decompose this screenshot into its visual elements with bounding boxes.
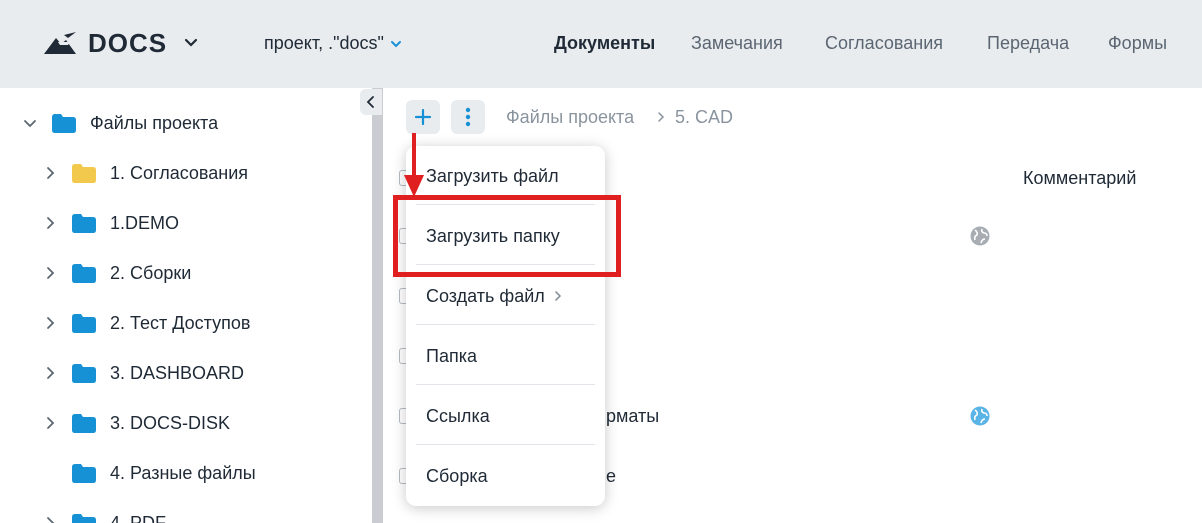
menu-item-label: Создать файл bbox=[426, 285, 545, 306]
folder-icon bbox=[72, 313, 96, 333]
sidebar-resize-handle[interactable] bbox=[372, 88, 383, 523]
tree-item-pdf[interactable]: 4. PDF bbox=[42, 508, 166, 523]
globe-icon bbox=[970, 226, 990, 246]
annotation-arrow bbox=[404, 133, 424, 197]
tree-item-label: 4. Разные файлы bbox=[110, 462, 256, 483]
more-actions-button[interactable] bbox=[451, 100, 485, 134]
menu-item-label: Сборка bbox=[426, 465, 488, 486]
folder-icon bbox=[72, 363, 96, 383]
nav-forms[interactable]: Формы bbox=[1108, 33, 1167, 54]
tree-root-project-files[interactable]: Файлы проекта bbox=[22, 108, 218, 138]
chevron-right-icon bbox=[554, 291, 561, 301]
tree-item-label: 2. Сборки bbox=[110, 262, 192, 283]
menu-item-label: Загрузить файл bbox=[426, 165, 559, 186]
chevron-right-icon[interactable] bbox=[42, 415, 58, 431]
menu-item-label: Ссылка bbox=[426, 405, 490, 426]
plus-icon bbox=[414, 108, 432, 126]
file-name[interactable]: рматы bbox=[606, 406, 659, 427]
folder-icon bbox=[72, 413, 96, 433]
collapse-sidebar-button[interactable] bbox=[360, 89, 382, 115]
chevron-right-icon[interactable] bbox=[42, 265, 58, 281]
tree-item-approvals[interactable]: 1. Согласования bbox=[42, 158, 248, 188]
chevron-right-icon[interactable] bbox=[42, 215, 58, 231]
chevron-right-icon[interactable] bbox=[42, 165, 58, 181]
breadcrumb-current-folder[interactable]: 5. CAD bbox=[675, 107, 733, 128]
chevron-right-icon bbox=[658, 112, 665, 122]
folder-icon bbox=[72, 463, 96, 483]
breadcrumb-project-files[interactable]: Файлы проекта bbox=[506, 107, 634, 128]
tree-item-dashboard[interactable]: 3. DASHBOARD bbox=[42, 358, 244, 388]
folder-icon bbox=[72, 213, 96, 233]
tree-item-label: 1. Согласования bbox=[110, 162, 249, 183]
tree-item-label: 3. DASHBOARD bbox=[110, 362, 245, 383]
chevron-right-icon[interactable] bbox=[42, 315, 58, 331]
top-header: DOCS проект, ."docs" Документы Замечания… bbox=[0, 0, 1202, 88]
tree-item-label: 3. DOCS-DISK bbox=[110, 412, 231, 433]
chevron-right-icon[interactable] bbox=[42, 515, 58, 523]
folder-icon bbox=[52, 113, 76, 133]
menu-item-assembly[interactable]: Сборка bbox=[406, 446, 605, 506]
tree-item-builds[interactable]: 2. Сборки bbox=[42, 258, 191, 288]
chevron-down-icon bbox=[185, 38, 198, 47]
tree-item-docs-disk[interactable]: 3. DOCS-DISK bbox=[42, 408, 230, 438]
tree-item-label: 2. Тест Доступов bbox=[110, 312, 251, 333]
folder-icon bbox=[72, 513, 96, 523]
kebab-vertical-icon bbox=[465, 107, 471, 127]
chevron-down-icon bbox=[390, 40, 401, 47]
nav-documents[interactable]: Документы bbox=[554, 33, 655, 54]
menu-divider bbox=[416, 444, 595, 445]
nav-approvals[interactable]: Согласования bbox=[825, 33, 943, 54]
add-button[interactable] bbox=[406, 100, 440, 134]
file-name[interactable]: е bbox=[606, 466, 616, 487]
menu-item-folder[interactable]: Папка bbox=[406, 326, 605, 386]
tree-item-label: Файлы проекта bbox=[90, 112, 219, 133]
menu-divider bbox=[416, 324, 595, 325]
tree-item-label: 1.DEMO bbox=[110, 212, 180, 233]
menu-divider bbox=[416, 384, 595, 385]
globe-icon bbox=[970, 406, 990, 426]
logo-text: DOCS bbox=[88, 28, 168, 58]
folder-icon bbox=[72, 263, 96, 283]
project-selector[interactable]: проект, ."docs" bbox=[264, 33, 402, 54]
menu-item-label: Папка bbox=[426, 345, 477, 366]
tree-item-demo[interactable]: 1.DEMO bbox=[42, 208, 179, 238]
tree-item-access-test[interactable]: 2. Тест Доступов bbox=[42, 308, 250, 338]
folder-icon bbox=[72, 163, 96, 183]
menu-item-link[interactable]: Ссылка bbox=[406, 386, 605, 446]
annotation-highlight-box bbox=[393, 195, 621, 277]
project-label: проект, ."docs" bbox=[264, 33, 384, 53]
app-logo[interactable]: DOCS bbox=[42, 30, 199, 56]
chevron-right-icon[interactable] bbox=[42, 365, 58, 381]
tree-item-label: 4. PDF bbox=[110, 512, 167, 523]
chevron-down-icon[interactable] bbox=[22, 115, 38, 131]
column-header-comment[interactable]: Комментарий bbox=[1023, 168, 1136, 189]
docs-logo-icon bbox=[44, 32, 76, 54]
tree-item-misc-files[interactable]: 4. Разные файлы bbox=[42, 458, 256, 488]
sidebar-tree: Файлы проекта 1. Согласования 1.DEMO 2. … bbox=[0, 88, 372, 523]
nav-remarks[interactable]: Замечания bbox=[691, 33, 783, 54]
nav-transfer[interactable]: Передача bbox=[987, 33, 1069, 54]
chevron-left-icon bbox=[366, 96, 374, 108]
